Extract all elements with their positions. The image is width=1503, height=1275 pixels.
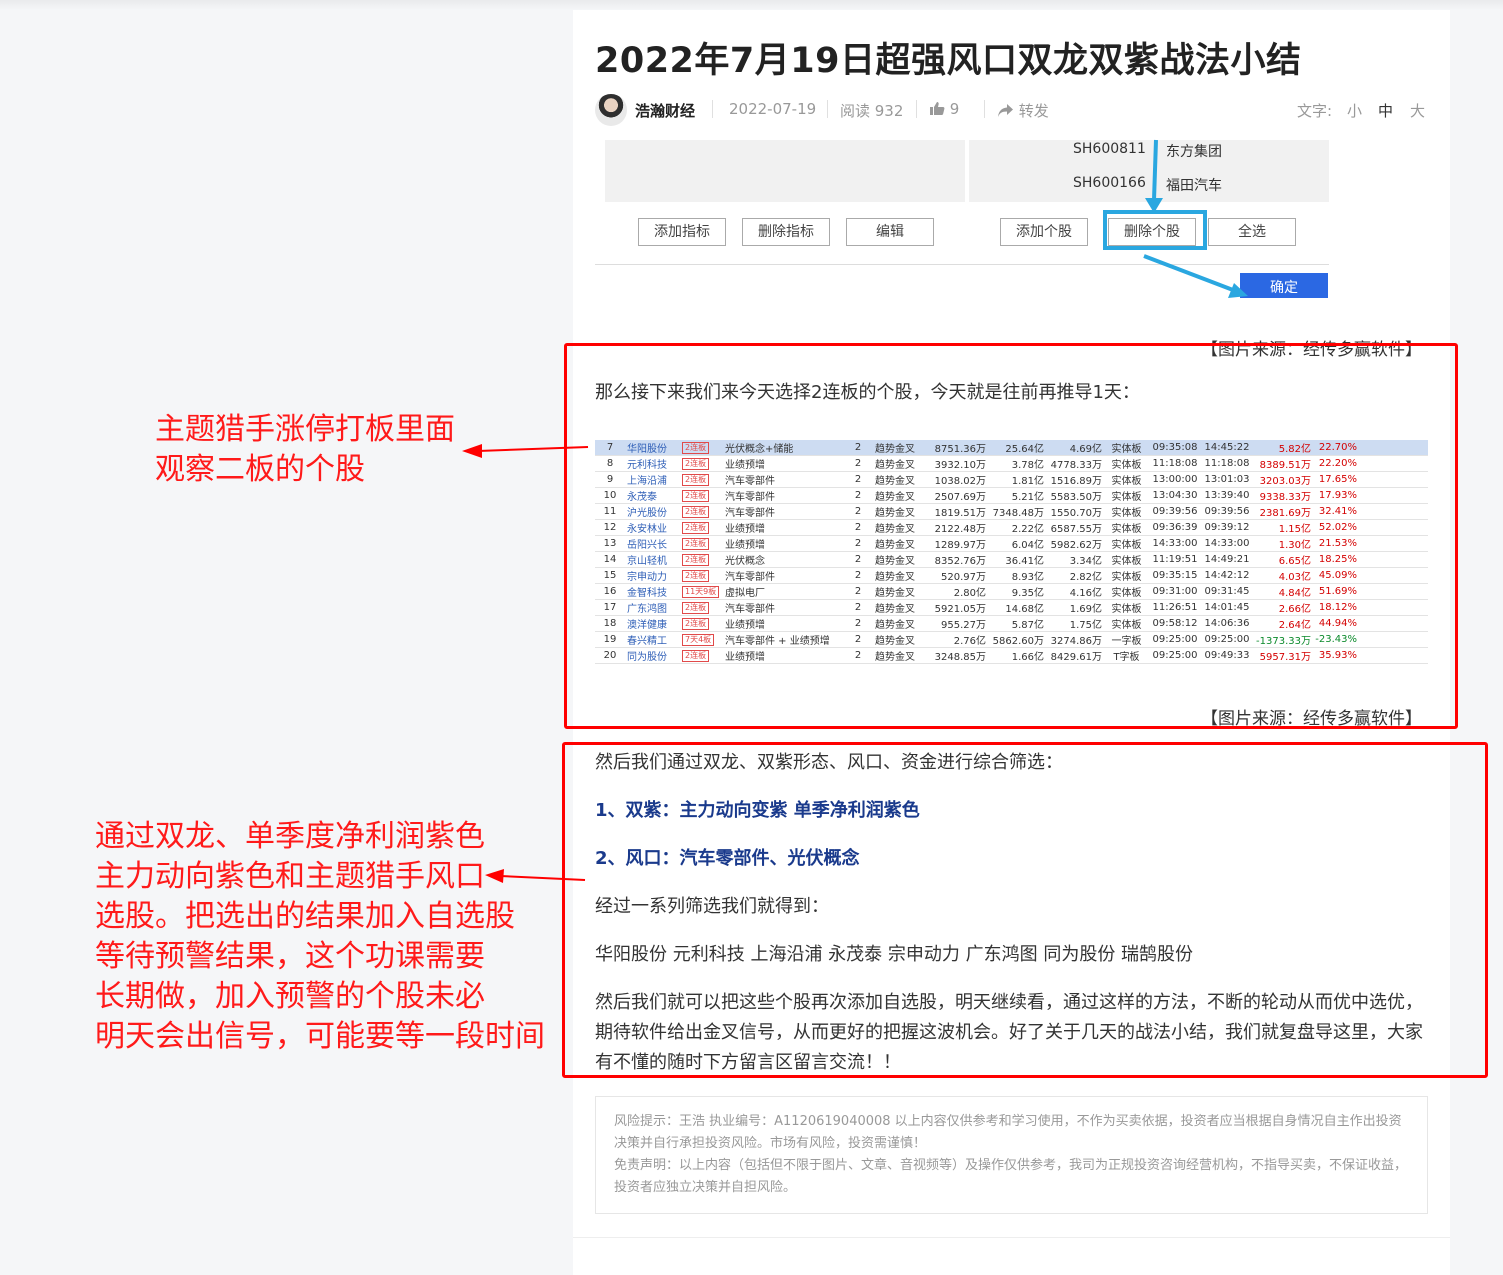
font-size-small[interactable]: 小 (1347, 100, 1362, 121)
share-arrow-icon (998, 104, 1013, 117)
indicator-panel (605, 140, 965, 202)
software-screenshot-1: SH600811 东方集团 SH600166 福田汽车 添加指标 删除指标 编辑… (595, 140, 1428, 302)
article-meta: 浩瀚财经 2022-07-19 阅读 932 9 转发 文字: 小 中 大 (595, 94, 1428, 126)
annotation-line: 等待预警结果，这个功课需要 (95, 939, 485, 974)
top-shadow (0, 0, 1503, 10)
divider (595, 264, 1329, 265)
author-avatar[interactable] (595, 94, 627, 126)
risk-warning: 风险提示：王浩 执业编号：A1120619040008 以上内容仅供参考和学习使… (614, 1114, 1402, 1151)
annotation-line: 长期做，加入预警的个股未必 (95, 979, 485, 1014)
meta-divider (984, 100, 985, 118)
read-count: 阅读 932 (840, 102, 904, 120)
annotation-box-2 (562, 742, 1488, 1078)
share-button[interactable]: 转发 (997, 100, 1049, 121)
select-all-button: 全选 (1208, 218, 1296, 246)
like-button[interactable]: 9 (929, 100, 959, 118)
arrow-head (462, 444, 482, 458)
like-count: 9 (949, 100, 960, 118)
annotation-note-2: 通过双龙、单季度净利润紫色 主力动向紫色和主题猎手风口 选股。把选出的结果加入自… (95, 817, 545, 1057)
stock-name: 东方集团 (1166, 144, 1222, 160)
font-size-label: 文字: (1297, 102, 1333, 120)
article-title: 2022年7月19日超强风口双龙双紫战法小结 (595, 41, 1302, 81)
confirm-button: 确定 (1240, 273, 1328, 298)
risk-disclaimer: 风险提示：王浩 执业编号：A1120619040008 以上内容仅供参考和学习使… (595, 1096, 1428, 1214)
disclaimer: 免责声明：以上内容（包括但不限于图片、文章、音视频等）及操作仅供参考，我司为正规… (614, 1158, 1408, 1195)
meta-divider (827, 100, 828, 118)
stock-name: 福田汽车 (1166, 178, 1222, 194)
annotation-line: 观察二板的个股 (155, 452, 365, 487)
annotation-box-1 (564, 343, 1458, 729)
publish-date: 2022-07-19 (729, 100, 817, 118)
meta-divider (712, 100, 713, 118)
annotation-note-1: 主题猎手涨停打板里面 观察二板的个股 (155, 410, 455, 490)
stock-code: SH600811 (1073, 141, 1146, 157)
add-stock-button: 添加个股 (1000, 218, 1088, 246)
annotation-line: 选股。把选出的结果加入自选股 (95, 899, 515, 934)
add-indicator-button: 添加指标 (638, 218, 726, 246)
thumbs-up-icon (930, 102, 945, 115)
divider (573, 1237, 1450, 1238)
annotation-line: 明天会出信号，可能要等一段时间 (95, 1019, 545, 1054)
stock-code: SH600166 (1073, 175, 1146, 191)
meta-divider (916, 100, 917, 118)
font-size-medium[interactable]: 中 (1378, 100, 1393, 121)
annotation-line: 主力动向紫色和主题猎手风口 (95, 859, 485, 894)
font-size-large[interactable]: 大 (1410, 100, 1425, 121)
annotation-line: 主题猎手涨停打板里面 (155, 412, 455, 447)
delete-indicator-button: 删除指标 (742, 218, 830, 246)
author-name[interactable]: 浩瀚财经 (635, 100, 695, 121)
edit-button: 编辑 (846, 218, 934, 246)
stock-panel: SH600811 东方集团 SH600166 福田汽车 (969, 140, 1329, 202)
highlight-box (1103, 210, 1207, 250)
annotation-line: 通过双龙、单季度净利润紫色 (95, 819, 485, 854)
share-label: 转发 (1018, 102, 1049, 120)
